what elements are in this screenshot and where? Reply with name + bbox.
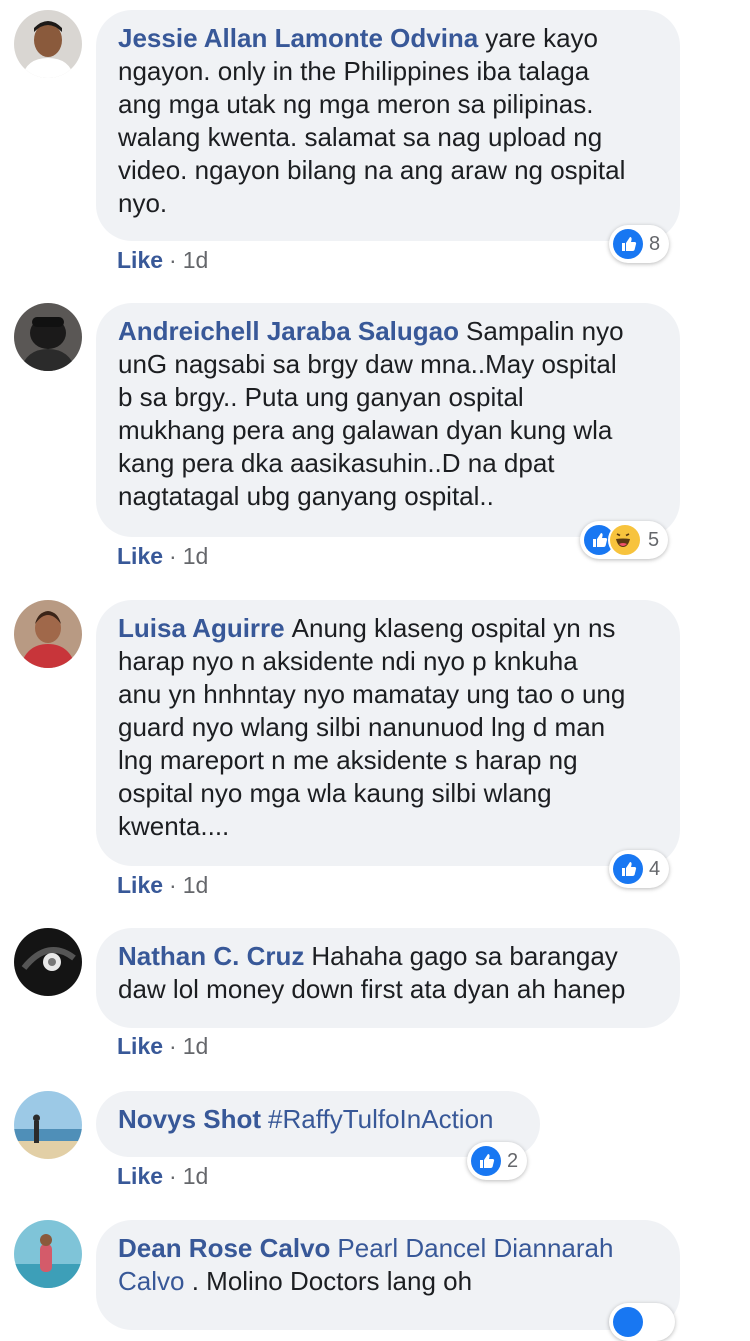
avatar[interactable] xyxy=(14,1091,82,1159)
comment-text: b sa brgy.. Puta ung ganyan ospital xyxy=(118,382,524,412)
comment-actions: Like · 1d xyxy=(117,1033,208,1060)
separator: · xyxy=(169,247,177,273)
comment-bubble: Nathan C. Cruz Hahaha gago sa barangay da… xyxy=(96,928,680,1028)
comment-text: daw lol money down first ata dyan ah han… xyxy=(118,974,626,1004)
mention-link[interactable]: Calvo xyxy=(118,1266,184,1296)
reaction-summary[interactable]: 5 xyxy=(580,521,669,559)
like-button[interactable]: Like xyxy=(117,1033,163,1059)
comment-author[interactable]: Nathan C. Cruz xyxy=(118,941,304,971)
comment-text: lng mareport n me aksidente s harap ng xyxy=(118,745,578,775)
comment-timestamp[interactable]: 1d xyxy=(183,872,209,898)
separator: · xyxy=(169,1163,177,1189)
comment-bubble: Andreichell Jaraba Salugao Sampalin nyo u… xyxy=(96,303,680,537)
reaction-summary[interactable] xyxy=(609,1303,675,1341)
comment-bubble: Jessie Allan Lamonte Odvina yare kayo nga… xyxy=(96,10,680,241)
avatar[interactable] xyxy=(14,600,82,668)
reaction-summary[interactable]: 4 xyxy=(609,850,670,888)
separator: · xyxy=(169,543,177,569)
comment-author[interactable]: Novys Shot xyxy=(118,1104,261,1134)
separator: · xyxy=(169,872,177,898)
comment-timestamp[interactable]: 1d xyxy=(183,1033,209,1059)
like-button[interactable]: Like xyxy=(117,247,163,273)
comment-text: video. ngayon bilang na ang araw ng ospi… xyxy=(118,155,626,185)
like-button[interactable]: Like xyxy=(117,872,163,898)
comment-actions: Like · 1d xyxy=(117,872,208,899)
comment-bubble: Dean Rose Calvo Pearl Dancel Diannarah Ca… xyxy=(96,1220,680,1330)
comment-text: harap nyo n aksidente ndi nyo p knkuha xyxy=(118,646,578,676)
separator: · xyxy=(169,1033,177,1059)
comment-text: yare kayo xyxy=(485,23,599,53)
comment-actions: Like · 1d xyxy=(117,1163,208,1190)
reaction-count: 4 xyxy=(649,857,661,880)
comment-timestamp[interactable]: 1d xyxy=(183,247,209,273)
comment-text: walang kwenta. salamat sa nag upload ng xyxy=(118,122,603,152)
reaction-count: 8 xyxy=(649,232,661,255)
comment-text: Hahaha gago sa barangay xyxy=(311,941,618,971)
avatar[interactable] xyxy=(14,10,82,78)
comment-bubble: Luisa Aguirre Anung klaseng ospital yn ns… xyxy=(96,600,680,866)
reaction-summary[interactable]: 8 xyxy=(609,225,670,263)
comment-text: unG nagsabi sa brgy daw mna..May ospital xyxy=(118,349,617,379)
avatar[interactable] xyxy=(14,1220,82,1288)
like-reaction-icon xyxy=(613,229,643,259)
comment-text: kwenta.... xyxy=(118,811,230,841)
comment-text: Anung klaseng ospital yn ns xyxy=(291,613,616,643)
comment-timestamp[interactable]: 1d xyxy=(183,1163,209,1189)
like-button[interactable]: Like xyxy=(117,543,163,569)
comment-text: Sampalin nyo xyxy=(466,316,624,346)
reaction-count: 2 xyxy=(507,1149,519,1172)
mention-link[interactable]: Pearl Dancel Diannarah xyxy=(337,1233,613,1263)
like-reaction-icon xyxy=(613,854,643,884)
comment-actions: Like · 1d xyxy=(117,247,208,274)
like-reaction-icon xyxy=(613,1307,643,1337)
like-button[interactable]: Like xyxy=(117,1163,163,1189)
haha-reaction-icon xyxy=(608,523,642,557)
comment-author[interactable]: Dean Rose Calvo xyxy=(118,1233,330,1263)
comment-text: ospital nyo mga wla kaung silbi wlang xyxy=(118,778,552,808)
comment-text: nyo. xyxy=(118,188,168,218)
comment-text: mukhang pera ang galawan dyan kung wla xyxy=(118,415,613,445)
comment-author[interactable]: Jessie Allan Lamonte Odvina xyxy=(118,23,478,53)
comment-text: . Molino Doctors lang oh xyxy=(191,1266,473,1296)
avatar[interactable] xyxy=(14,303,82,371)
comment-text: ngayon. only in the Philippines iba tala… xyxy=(118,56,590,86)
reaction-summary[interactable]: 2 xyxy=(467,1142,528,1180)
comment-author[interactable]: Andreichell Jaraba Salugao xyxy=(118,316,459,346)
comment-timestamp[interactable]: 1d xyxy=(183,543,209,569)
like-reaction-icon xyxy=(471,1146,501,1176)
comment-text: anu yn hnhntay nyo mamatay ung tao o ung xyxy=(118,679,626,709)
comment-text: kang pera dka aasikasuhin..D na dpat xyxy=(118,448,555,478)
comment-actions: Like · 1d xyxy=(117,543,208,570)
comment-text: guard nyo wlang silbi nanunuod lng d man xyxy=(118,712,606,742)
comment-text: ang mga utak ng mga meron sa pilipinas. xyxy=(118,89,594,119)
reaction-count: 5 xyxy=(648,528,660,551)
avatar[interactable] xyxy=(14,928,82,996)
hashtag-link[interactable]: #RaffyTulfoInAction xyxy=(268,1104,493,1134)
comment-author[interactable]: Luisa Aguirre xyxy=(118,613,285,643)
comment-text: nagtatagal ubg ganyang ospital.. xyxy=(118,481,494,511)
